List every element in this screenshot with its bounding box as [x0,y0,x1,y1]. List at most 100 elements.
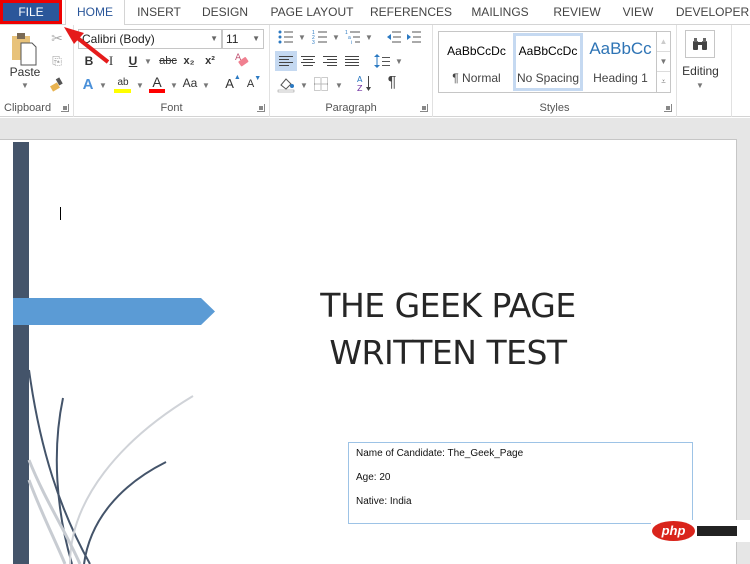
paste-dropdown-icon[interactable]: ▼ [21,81,29,90]
style-preview: AaBbCcDc [447,44,506,58]
text-effects-dropdown-icon[interactable]: ▼ [99,81,107,90]
paragraph-dialog-launcher[interactable] [420,104,428,112]
grow-font-label: A [225,75,234,91]
clipboard-dialog-launcher[interactable] [61,104,69,112]
cut-icon[interactable]: ✂ [49,30,65,46]
font-name-combo[interactable]: Calibri (Body) ▼ [78,29,222,49]
highlight-dropdown-icon[interactable]: ▼ [136,81,144,90]
grow-font-button[interactable]: A ▲ [225,74,241,91]
multilevel-list-dropdown-icon[interactable]: ▼ [365,33,373,42]
chevron-down-icon[interactable]: ▼ [210,30,218,48]
document-title-line-2: WRITTEN TEST [329,333,567,372]
format-painter-icon[interactable] [49,76,65,92]
candidate-native: Native: India [356,496,412,507]
text-effects-button[interactable]: A [80,75,96,93]
bullets-dropdown-icon[interactable]: ▼ [298,33,306,42]
increase-indent-icon[interactable] [406,30,422,44]
tab-insert[interactable]: INSERT [130,0,188,24]
font-dialog-launcher[interactable] [257,104,265,112]
clipboard-group: Paste ▼ ✂ ⎘ Clipboard [0,25,74,117]
font-group: Calibri (Body) ▼ 11 ▼ B I U ▼ abc x₂ x² … [74,25,270,117]
borders-icon[interactable] [312,75,330,93]
style-no-spacing[interactable]: AaBbCcDc No Spacing [513,33,583,91]
shading-icon[interactable] [277,75,295,93]
numbering-dropdown-icon[interactable]: ▼ [332,33,340,42]
superscript-button[interactable]: x² [202,53,218,69]
decrease-indent-icon[interactable] [386,30,402,44]
gallery-scroll-down-icon[interactable]: ▼ [657,52,670,72]
change-case-button[interactable]: Aa [180,75,200,91]
change-case-dropdown-icon[interactable]: ▼ [202,81,210,90]
font-size-value: 11 [226,32,239,46]
style-preview: AaBbCcDc [518,44,578,58]
style-preview: AaBbCc [589,39,652,58]
clear-formatting-icon[interactable]: A [233,51,251,69]
style-heading-1[interactable]: AaBbCc Heading 1 [584,33,657,91]
font-size-combo[interactable]: 11 ▼ [222,29,264,49]
tab-mailings[interactable]: MAILINGS [466,0,534,24]
find-binoculars-icon[interactable] [685,30,715,58]
sort-icon[interactable]: AZ [356,73,374,93]
document-title[interactable]: THE GEEK PAGE WRITTEN TEST [300,282,596,376]
cover-swirl-decoration [27,369,194,564]
tab-view[interactable]: VIEW [617,0,659,24]
tab-review[interactable]: REVIEW [549,0,605,24]
watermark-logo: php [652,521,695,541]
highlight-label: ab [117,76,129,88]
align-left-button[interactable] [275,51,297,71]
paste-icon[interactable] [10,31,38,67]
svg-text:3: 3 [312,40,315,44]
candidate-age: Age: 20 [356,472,391,483]
tab-page-layout[interactable]: PAGE LAYOUT [266,0,358,24]
editing-group[interactable]: Editing ▼ [677,25,732,117]
highlight-color-swatch [114,89,131,93]
ribbon: Paste ▼ ✂ ⎘ Clipboard Calibri (Body) ▼ 1… [0,24,750,117]
font-name-value: Calibri (Body) [82,32,155,46]
bold-button[interactable]: B [82,53,96,69]
line-spacing-dropdown-icon[interactable]: ▼ [395,57,403,66]
bullets-icon[interactable] [278,30,294,44]
strikethrough-button[interactable]: abc [158,53,178,69]
paragraph-group: ▼ 123 ▼ 1ai ▼ ▼ ▼ ▼ A Z ¶ Paragraph [270,25,433,117]
editing-dropdown-icon[interactable]: ▼ [696,81,704,90]
style-name: ¶ Normal [452,71,501,85]
tab-home[interactable]: HOME [65,0,125,25]
svg-text:i: i [351,40,352,44]
vertical-scrollbar[interactable] [737,139,750,564]
tab-references[interactable]: REFERENCES [370,0,452,24]
tab-design[interactable]: DESIGN [196,0,254,24]
editing-button[interactable]: Editing [677,63,724,79]
italic-button[interactable]: I [104,53,118,69]
watermark-text [697,526,737,536]
underline-button[interactable]: U [126,53,140,69]
underline-dropdown-icon[interactable]: ▼ [144,57,152,66]
ribbon-tabs: FILE HOME INSERT DESIGN PAGE LAYOUT REFE… [0,0,750,25]
align-center-button[interactable] [298,51,318,71]
paste-button[interactable]: Paste [4,65,46,79]
styles-group-label: Styles [539,102,570,114]
styles-dialog-launcher[interactable] [664,104,672,112]
justify-button[interactable] [342,51,362,71]
line-spacing-icon[interactable] [373,51,391,71]
shrink-font-button[interactable]: A ▼ [246,75,262,91]
tab-developer[interactable]: DEVELOPER [675,0,750,24]
paragraph-group-label: Paragraph [325,102,377,114]
font-color-dropdown-icon[interactable]: ▼ [170,81,178,90]
multilevel-list-icon[interactable]: 1ai [345,30,361,44]
numbering-icon[interactable]: 123 [312,30,328,44]
candidate-info-box[interactable]: Name of Candidate: The_Geek_Page Age: 20… [348,442,693,524]
chevron-down-icon[interactable]: ▼ [252,30,260,48]
gallery-scroll-up-icon[interactable]: ▲ [657,32,670,52]
gallery-more-icon[interactable]: ⩡ [657,72,670,92]
tab-file[interactable]: FILE [0,0,62,24]
subscript-button[interactable]: x₂ [181,53,197,69]
borders-dropdown-icon[interactable]: ▼ [335,81,343,90]
shading-dropdown-icon[interactable]: ▼ [300,81,308,90]
cover-arrow-banner [13,298,215,325]
show-formatting-marks-button[interactable]: ¶ [384,73,400,93]
style-name: No Spacing [516,71,580,85]
align-right-button[interactable] [320,51,340,71]
style-normal[interactable]: AaBbCcDc ¶ Normal [440,33,513,91]
copy-icon[interactable]: ⎘ [49,53,65,69]
candidate-name: Name of Candidate: The_Geek_Page [356,448,524,459]
